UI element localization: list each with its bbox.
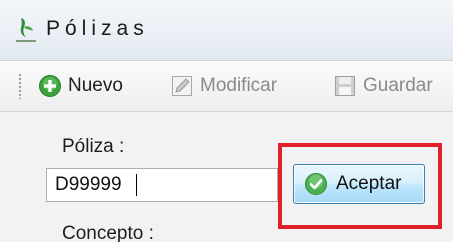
nuevo-button[interactable]: Nuevo xyxy=(38,71,123,101)
form-area: Póliza : Aceptar Concepto : xyxy=(0,112,453,242)
text-caret xyxy=(136,174,137,196)
nuevo-label: Nuevo xyxy=(68,75,123,96)
add-circle-icon xyxy=(39,75,61,97)
edit-icon xyxy=(172,76,192,96)
modificar-button[interactable]: Modificar xyxy=(170,71,277,101)
title-bar: Pólizas xyxy=(0,0,453,61)
polizas-window: Pólizas Nuevo Modificar Guardar Póliza:… xyxy=(0,0,453,242)
toolbar: Nuevo Modificar Guardar xyxy=(0,61,453,112)
concepto-label: Concepto : xyxy=(62,223,154,242)
window-title: Pólizas xyxy=(46,17,149,40)
app-logo-icon xyxy=(16,18,36,42)
aceptar-label: Aceptar xyxy=(336,173,402,194)
save-icon xyxy=(335,76,355,96)
aceptar-button[interactable]: Aceptar xyxy=(293,164,425,204)
guardar-label: Guardar xyxy=(363,75,433,96)
toolbar-grip[interactable] xyxy=(18,73,22,99)
guardar-button[interactable]: Guardar xyxy=(333,71,433,101)
check-circle-icon xyxy=(305,173,327,195)
poliza-label: Póliza : xyxy=(62,136,125,157)
poliza-input[interactable] xyxy=(46,168,278,202)
modificar-label: Modificar xyxy=(200,75,278,96)
